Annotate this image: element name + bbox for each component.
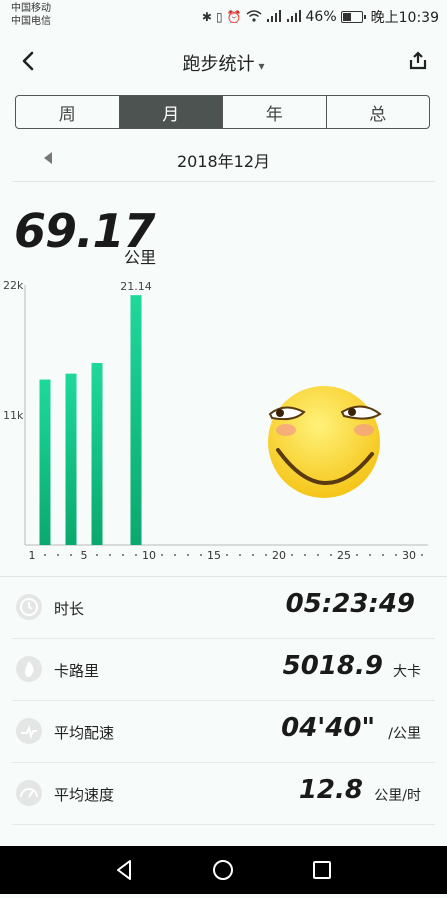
page-title: 跑步统计 xyxy=(182,54,255,75)
signal-4g-icon xyxy=(286,9,302,25)
stat-unit: 公里/时 xyxy=(374,788,421,804)
stat-row-speed: 平均速度 12.8 公里/时 xyxy=(0,763,447,825)
stat-row-calories: 卡路里 5018.9 大卡 xyxy=(0,639,447,701)
y-tick-label: 22k xyxy=(3,279,24,292)
x-tick-dot xyxy=(356,554,358,556)
x-tick-dot xyxy=(265,554,267,556)
tab-month[interactable]: 月 xyxy=(119,96,223,128)
nav-back-icon xyxy=(117,860,131,880)
divider xyxy=(12,181,435,182)
bar xyxy=(130,295,142,545)
chevron-down-icon: ▾ xyxy=(258,59,265,73)
x-tick-dot xyxy=(226,554,228,556)
period-tabs: 周 月 年 总 xyxy=(15,95,430,129)
stat-label: 平均配速 xyxy=(54,724,115,742)
tab-week[interactable]: 周 xyxy=(16,96,120,128)
x-tick-dot xyxy=(44,554,46,556)
pace-icon xyxy=(16,718,42,744)
nav-recents-icon xyxy=(313,861,331,879)
battery-percent: 46% xyxy=(305,9,337,25)
data-label: 21.14 xyxy=(120,280,152,293)
bar xyxy=(91,363,103,545)
stats-list: 时长 05:23:49 卡路里 5018.9 大卡 平均配速 04'40" /公… xyxy=(0,576,447,837)
tab-year[interactable]: 年 xyxy=(223,96,327,128)
share-button[interactable] xyxy=(403,46,433,76)
nav-home-icon xyxy=(213,860,233,880)
x-tick-dot xyxy=(395,554,397,556)
speed-icon xyxy=(16,780,42,806)
x-tick-dot xyxy=(421,554,423,556)
y-tick-label: 11k xyxy=(3,409,24,422)
share-icon xyxy=(409,51,427,70)
x-tick-dot xyxy=(161,554,163,556)
smirk-emoji-sticker xyxy=(268,386,382,498)
stat-value: 5018.9 xyxy=(282,651,383,681)
status-icons: ✱ ▯ ⏰ 46% 晚上10:39 xyxy=(202,7,439,27)
x-tick-dot xyxy=(96,554,98,556)
x-tick-dot xyxy=(70,554,72,556)
x-tick-dot xyxy=(382,554,384,556)
x-tick-dot xyxy=(317,554,319,556)
divider xyxy=(12,824,435,825)
x-tick-dot xyxy=(369,554,371,556)
clock-time: 晚上10:39 xyxy=(370,10,439,26)
x-tick-dot xyxy=(187,554,189,556)
stat-row-pace: 平均配速 04'40" /公里 xyxy=(0,701,447,763)
x-tick-dot xyxy=(57,554,59,556)
x-tick-dot xyxy=(174,554,176,556)
stat-value: 04'40" xyxy=(281,713,375,743)
vibrate-icon: ▯ xyxy=(215,10,223,24)
stat-label: 时长 xyxy=(54,600,85,618)
clock-icon xyxy=(16,594,42,620)
total-distance-unit: 公里 xyxy=(124,248,157,267)
alarm-icon: ⏰ xyxy=(226,10,242,24)
title-bar: 跑步统计 ▾ xyxy=(0,36,447,86)
period-selector: 2018年12月 xyxy=(0,140,447,180)
carrier-1: 中国移动 xyxy=(11,3,51,14)
stat-row-duration: 时长 05:23:49 xyxy=(0,577,447,639)
x-tick-dot xyxy=(252,554,254,556)
x-tick-label: 15 xyxy=(207,549,221,562)
wifi-icon xyxy=(246,9,262,25)
x-tick-label: 10 xyxy=(142,549,156,562)
x-tick-label: 20 xyxy=(272,549,286,562)
x-tick-dot xyxy=(304,554,306,556)
bar xyxy=(65,373,77,545)
signal-2g-icon xyxy=(266,9,282,25)
bar xyxy=(39,379,51,545)
stat-value: 05:23:49 xyxy=(285,589,415,619)
x-tick-dot xyxy=(200,554,202,556)
stat-unit: /公里 xyxy=(388,726,421,742)
stat-value: 12.8 xyxy=(298,775,363,805)
x-tick-dot xyxy=(122,554,124,556)
status-bar: 中国移动 中国电信 ✱ ▯ ⏰ 46% 晚上10:39 xyxy=(0,0,447,32)
tab-total[interactable]: 总 xyxy=(327,96,430,128)
system-nav-bar xyxy=(0,846,447,894)
x-tick-label: 25 xyxy=(337,549,351,562)
flame-icon xyxy=(16,656,42,682)
x-tick-dot xyxy=(109,554,111,556)
period-label: 2018年12月 xyxy=(176,152,271,171)
carrier-2: 中国电信 xyxy=(11,16,51,27)
x-tick-label: 5 xyxy=(81,549,88,562)
x-tick-dot xyxy=(291,554,293,556)
page-title-dropdown[interactable]: 跑步统计 ▾ xyxy=(0,50,447,76)
x-tick-dot xyxy=(330,554,332,556)
x-tick-label: 30 xyxy=(402,549,416,562)
stat-label: 卡路里 xyxy=(54,662,100,680)
x-tick-dot xyxy=(239,554,241,556)
battery-icon xyxy=(340,11,366,23)
stat-label: 平均速度 xyxy=(54,786,115,804)
bluetooth-icon: ✱ xyxy=(201,10,212,24)
stat-unit: 大卡 xyxy=(393,664,421,680)
x-tick-label: 1 xyxy=(29,549,36,562)
x-tick-dot xyxy=(135,554,137,556)
